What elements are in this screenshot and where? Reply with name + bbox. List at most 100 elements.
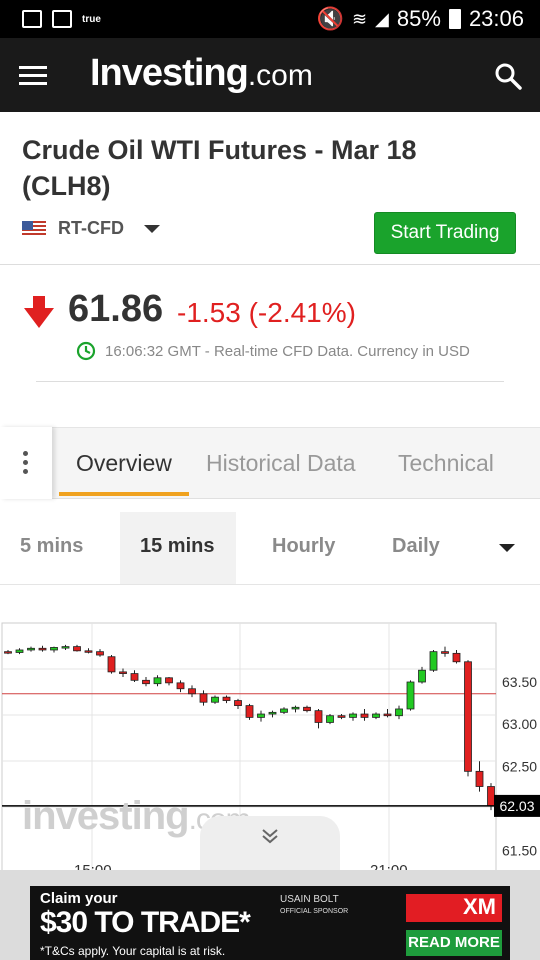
candle-body: [222, 696, 231, 701]
candle-body: [303, 706, 311, 712]
candle-body: [130, 673, 139, 681]
candle-body: [153, 677, 162, 685]
candle-body: [383, 713, 392, 717]
gallery-notification-icon: [52, 10, 72, 28]
clock-icon: [76, 341, 96, 361]
app-header: Investing.com: [0, 38, 540, 112]
candle-body: [61, 646, 70, 649]
candle-body: [107, 656, 116, 673]
candle-body: [395, 708, 403, 717]
candle-body: [257, 713, 265, 718]
candle-body: [199, 693, 208, 703]
collapse-handle[interactable]: [200, 816, 340, 870]
logo-main: Investing: [90, 52, 249, 94]
status-bar: true 🔇 ≋ ◢ 85% 23:06: [0, 0, 540, 38]
arrow-down-icon: [24, 296, 54, 328]
candle-body: [452, 652, 461, 663]
tab-historical-data[interactable]: Historical Data: [206, 450, 356, 477]
ad-sponsor-name: USAIN BOLT: [280, 894, 339, 905]
timeframe-5-mins[interactable]: 5 mins: [20, 535, 83, 558]
candle-body: [50, 647, 58, 651]
candle-body: [337, 715, 346, 718]
candle-body: [84, 650, 93, 653]
divider: [36, 381, 504, 382]
ad-amount-text: $30 TO TRADE*: [40, 906, 251, 939]
candle-body: [165, 677, 173, 684]
chevron-down-icon: [144, 224, 160, 233]
candle-body: [326, 715, 334, 723]
start-trading-button[interactable]: Start Trading: [374, 212, 516, 254]
candle-body: [211, 696, 219, 703]
timeframe-15-mins[interactable]: 15 mins: [140, 535, 214, 558]
candle-body: [188, 688, 196, 695]
y-tick-label: 61.50: [502, 843, 537, 859]
carrier-text: true: [82, 13, 101, 25]
active-tab-indicator: [59, 492, 189, 496]
candle-body: [349, 713, 357, 718]
candle-body: [464, 661, 472, 772]
candle-body: [487, 786, 495, 807]
candle-body: [119, 671, 127, 674]
candle-body: [234, 700, 242, 706]
candle-body: [314, 710, 323, 723]
y-tick-label: 63.00: [502, 716, 537, 732]
ad-sponsor-sub: OFFICIAL SPONSOR: [280, 908, 349, 915]
xm-logo: XM: [406, 894, 502, 922]
quote-time-row: 16:06:32 GMT - Real-time CFD Data. Curre…: [76, 341, 470, 361]
instrument-title: Crude Oil WTI Futures - Mar 18 (CLH8): [22, 135, 417, 201]
us-flag-icon: [22, 220, 46, 237]
candle-body: [38, 647, 47, 651]
candle-body: [142, 679, 150, 685]
candle-body: [4, 651, 12, 654]
exchange-selector[interactable]: RT-CFD: [22, 218, 160, 239]
investing-logo[interactable]: Investing.com: [90, 52, 313, 95]
ad-read-more-button[interactable]: READ MORE: [406, 930, 502, 956]
timeframe-hourly[interactable]: Hourly: [272, 535, 335, 558]
candle-body: [291, 706, 300, 710]
more-options-icon[interactable]: [0, 427, 52, 499]
candle-body: [73, 646, 81, 652]
current-price-label: 62.03: [499, 798, 534, 814]
exchange-label: RT-CFD: [58, 218, 124, 238]
y-tick-label: 63.50: [502, 674, 537, 690]
battery-icon: [448, 9, 461, 29]
tab-technical[interactable]: Technical: [398, 450, 494, 477]
candle-body: [418, 669, 426, 683]
candle-body: [372, 713, 380, 718]
divider: [0, 264, 540, 265]
quote-timestamp: 16:06:32 GMT - Real-time CFD Data. Curre…: [105, 342, 470, 360]
menu-icon[interactable]: [19, 66, 47, 86]
signal-icon: ◢: [375, 8, 389, 29]
mute-icon: 🔇: [316, 6, 344, 31]
search-icon[interactable]: [494, 62, 522, 90]
ad-banner[interactable]: Claim your $30 TO TRADE* *T&Cs apply. Yo…: [30, 886, 510, 960]
candle-body: [441, 651, 449, 654]
chevron-double-down-icon: [262, 829, 278, 844]
y-tick-label: 62.50: [502, 758, 537, 774]
candle-body: [96, 651, 104, 656]
candle-body: [360, 713, 369, 718]
candle-body: [15, 649, 24, 653]
price-change: -1.53 (-2.41%): [177, 297, 356, 328]
image-notification-icon: [22, 10, 42, 28]
tab-overview[interactable]: Overview: [76, 450, 172, 477]
candle-body: [475, 770, 484, 787]
clock-time: 23:06: [468, 6, 524, 31]
ad-claim-text: Claim your: [40, 890, 118, 907]
ad-sponsor: USAIN BOLT OFFICIAL SPONSOR: [280, 894, 348, 917]
wifi-icon: ≋: [351, 8, 368, 29]
ad-terms-text: *T&Cs apply. Your capital is at risk.: [40, 944, 226, 958]
last-price: 61.86: [68, 288, 164, 330]
logo-suffix: .com: [247, 59, 313, 92]
candle-body: [176, 682, 185, 690]
timeframe-daily[interactable]: Daily: [392, 535, 440, 558]
candle-body: [429, 651, 438, 671]
candle-body: [406, 681, 415, 710]
timeframe-dropdown-icon[interactable]: [499, 544, 515, 552]
candle-body: [27, 647, 35, 651]
candle-body: [268, 711, 277, 715]
battery-percent: 85%: [396, 6, 441, 31]
candle-body: [245, 705, 254, 718]
watermark-main: Investing: [22, 794, 190, 838]
candle-body: [280, 708, 288, 713]
